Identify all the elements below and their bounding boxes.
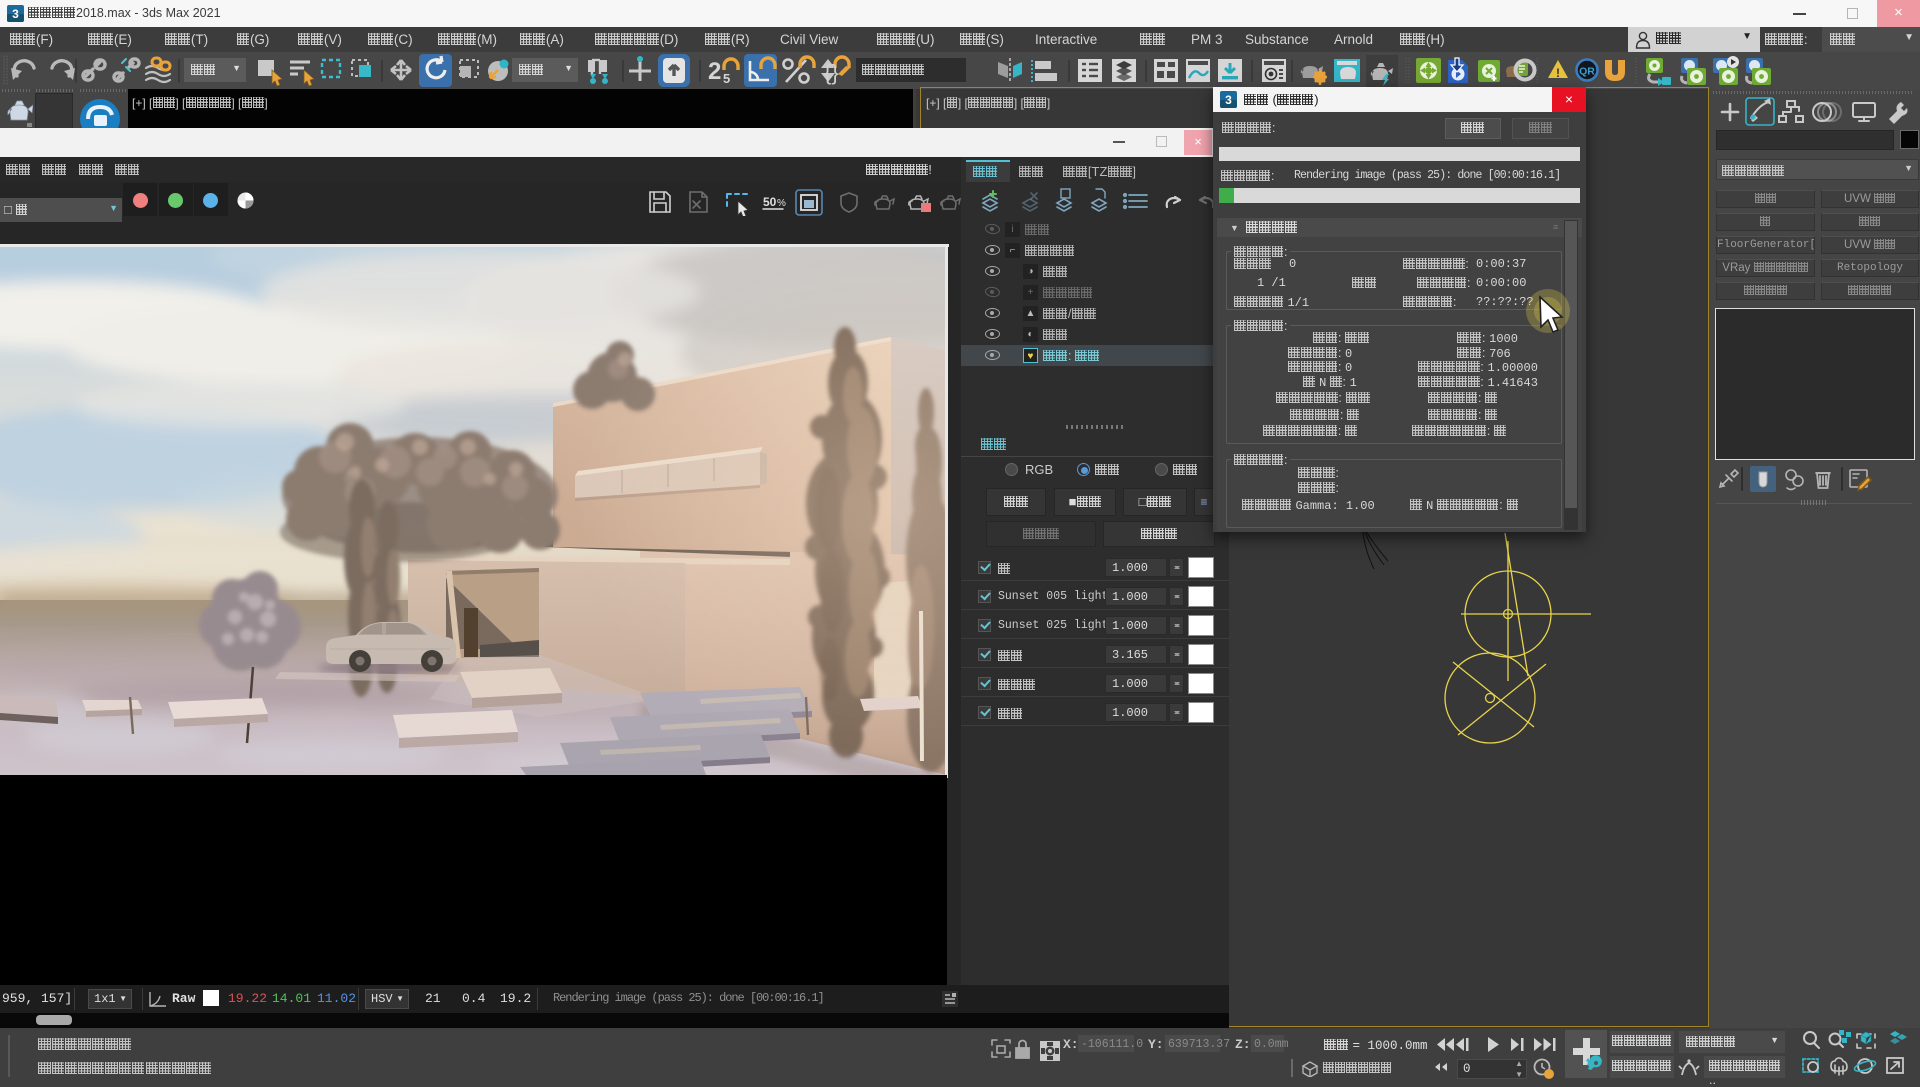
svg-text:%: % [777, 198, 786, 209]
svg-text:5: 5 [723, 71, 730, 86]
svg-text:3: 3 [1225, 93, 1232, 107]
svg-text:2: 2 [708, 58, 721, 85]
svg-text:50: 50 [763, 195, 777, 209]
svg-text:!: ! [1556, 66, 1560, 80]
svg-text:3: 3 [12, 7, 19, 21]
svg-text:{}: {} [824, 60, 839, 85]
svg-text:QR: QR [1579, 66, 1595, 78]
